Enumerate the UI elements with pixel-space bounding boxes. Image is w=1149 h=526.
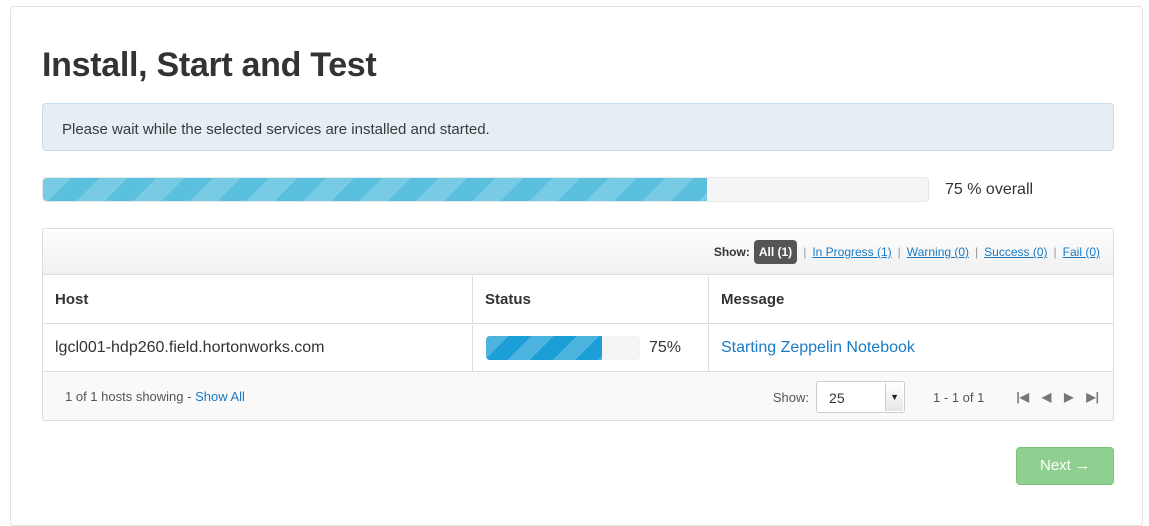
message-cell: Starting Zeppelin Notebook — [708, 325, 1115, 371]
filter-bar: Show: All (1) | In Progress (1) | Warnin… — [43, 229, 1113, 275]
info-alert: Please wait while the selected services … — [42, 103, 1114, 151]
host-progress-percent: 75% — [649, 339, 682, 356]
host-progress-fill — [486, 336, 602, 360]
page-size-select[interactable]: 25 ▼ — [816, 381, 906, 413]
overall-progress-bar — [42, 177, 929, 202]
message-link[interactable]: Starting Zeppelin Notebook — [721, 339, 915, 357]
page-title: Install, Start and Test — [42, 46, 377, 84]
page-size-value: 25 — [829, 390, 845, 406]
hosts-table: Show: All (1) | In Progress (1) | Warnin… — [42, 228, 1114, 421]
status-cell: 75% — [472, 325, 708, 371]
overall-progress-fill — [43, 178, 707, 201]
next-page-icon[interactable]: ▶ — [1064, 390, 1073, 404]
table-footer: 1 of 1 hosts showing - Show All Show: 25… — [43, 373, 1113, 420]
filter-show-label: Show: — [713, 245, 750, 259]
host-name: lgcl001-hdp260.field.hortonworks.com — [55, 339, 325, 356]
header-host: Host — [55, 291, 89, 308]
page-size-label: Show: — [772, 389, 810, 405]
hosts-showing: 1 of 1 hosts showing - Show All — [65, 389, 245, 404]
pagination-range: 1 - 1 of 1 — [933, 389, 985, 405]
filter-in-progress[interactable]: In Progress (1) — [812, 245, 891, 259]
filter-fail[interactable]: Fail (0) — [1063, 245, 1100, 259]
next-button[interactable]: Next → — [1016, 447, 1114, 485]
last-page-icon[interactable]: ▶| — [1086, 390, 1099, 404]
header-status: Status — [472, 276, 708, 323]
chevron-down-icon: ▼ — [885, 383, 904, 411]
filter-all[interactable]: All (1) — [753, 240, 798, 264]
filter-warning[interactable]: Warning (0) — [907, 245, 969, 259]
hosts-showing-text: 1 of 1 hosts showing - — [65, 389, 196, 404]
overall-progress-label: 75 % overall — [945, 181, 1034, 198]
header-message: Message — [708, 276, 1115, 323]
host-progress-bar — [486, 336, 640, 360]
show-all-link[interactable]: Show All — [195, 389, 245, 404]
table-row: lgcl001-hdp260.field.hortonworks.com 75%… — [43, 325, 1113, 372]
prev-page-icon[interactable]: ◀ — [1042, 390, 1051, 404]
table-header: Host Status Message — [43, 276, 1113, 324]
alert-text: Please wait while the selected services … — [62, 121, 490, 138]
first-page-icon[interactable]: |◀ — [1016, 390, 1029, 404]
filter-success[interactable]: Success (0) — [984, 245, 1047, 259]
